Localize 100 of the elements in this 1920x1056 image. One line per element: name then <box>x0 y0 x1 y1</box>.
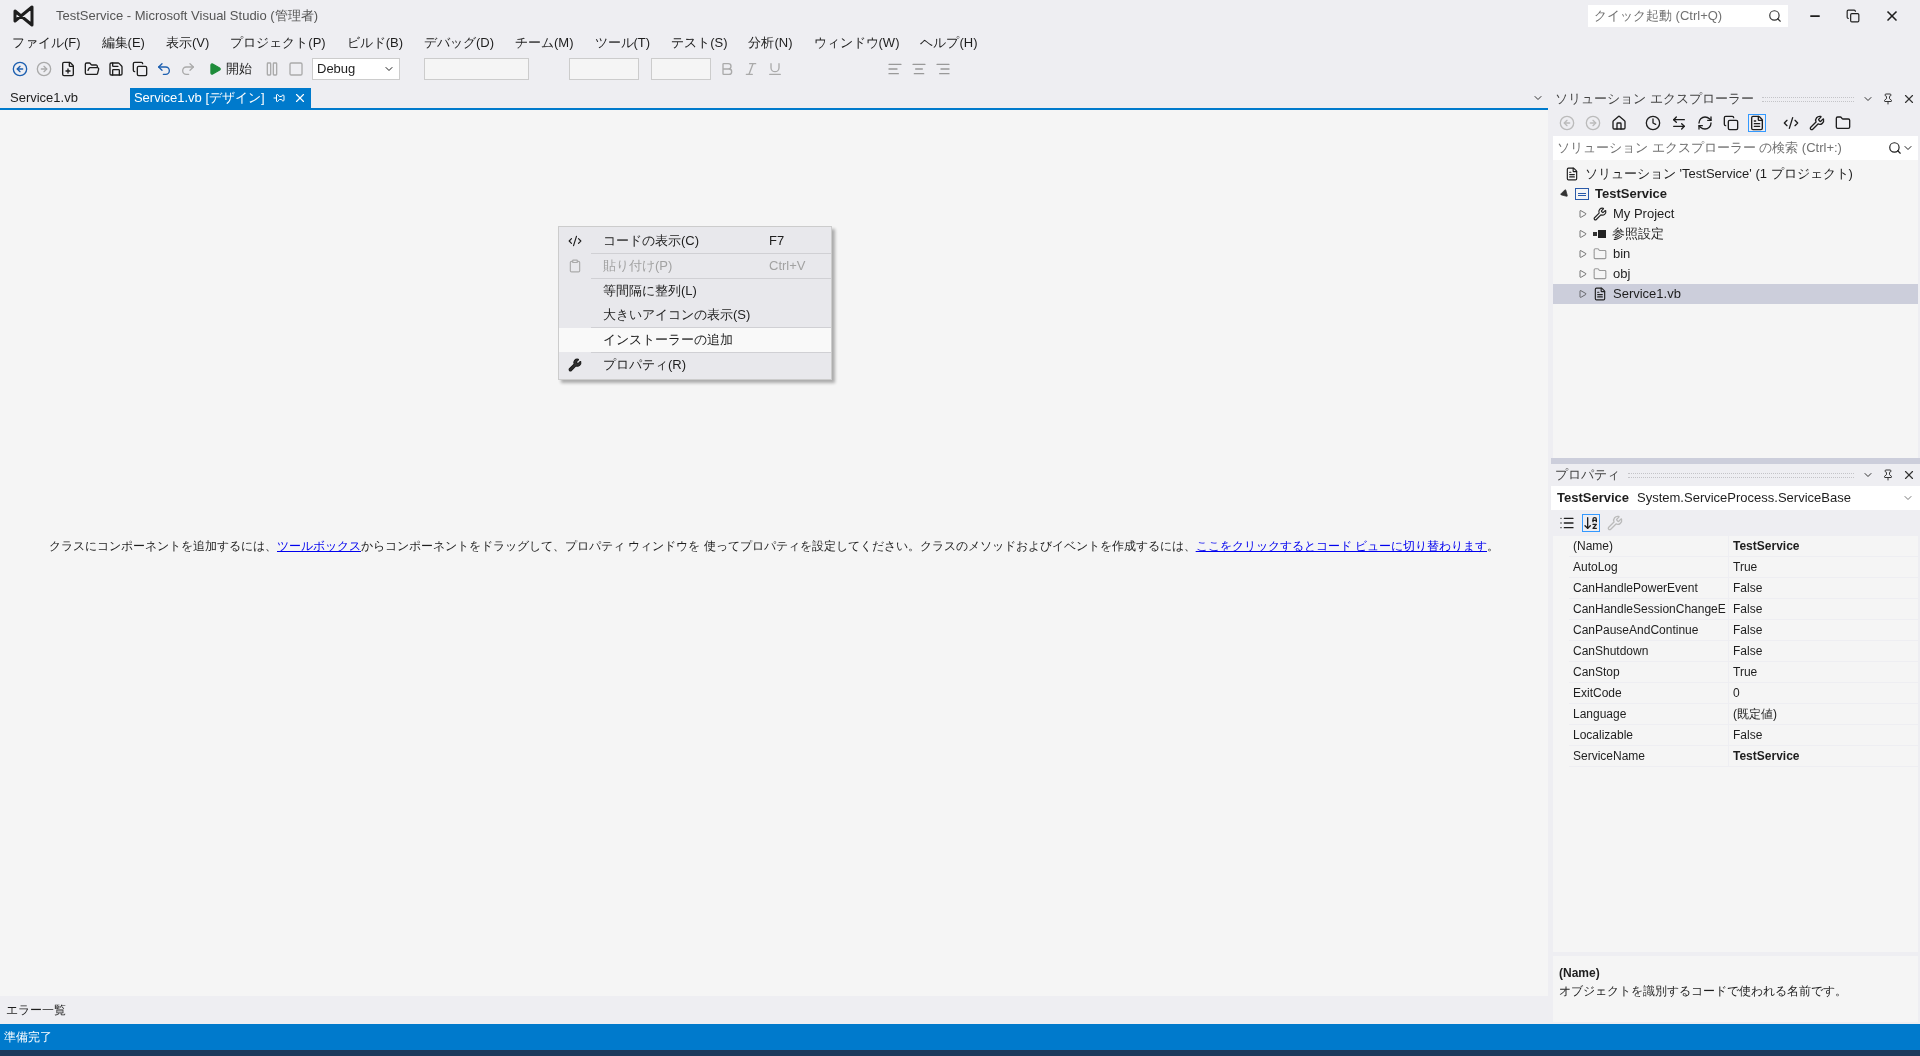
collapsed-arrow-icon[interactable] <box>1579 210 1587 218</box>
property-name: (Name) <box>1569 536 1729 556</box>
configuration-dropdown[interactable]: Debug <box>312 58 400 80</box>
categorized-icon[interactable] <box>1559 515 1575 531</box>
pin-icon[interactable] <box>1882 93 1894 105</box>
new-file-icon[interactable] <box>60 61 76 77</box>
property-value[interactable]: True <box>1729 557 1918 577</box>
references-icon <box>1593 230 1606 238</box>
menu-item[interactable]: ウィンドウ(W) <box>807 33 906 53</box>
menu-item[interactable]: デバッグ(D) <box>418 33 501 53</box>
collapsed-arrow-icon[interactable] <box>1579 250 1587 258</box>
property-value[interactable]: (既定値) <box>1729 704 1918 724</box>
property-name: CanHandleSessionChangeE <box>1569 599 1729 619</box>
collapsed-arrow-icon[interactable] <box>1579 290 1587 298</box>
restore-icon[interactable] <box>1846 9 1860 23</box>
collapse-all-icon[interactable] <box>1723 115 1739 131</box>
quick-launch-field[interactable]: クイック起動 (Ctrl+Q) <box>1588 5 1788 27</box>
wrench-icon <box>568 358 582 372</box>
tree-item[interactable]: 参照設定 <box>1553 224 1918 244</box>
menu-item[interactable]: ツール(T) <box>588 33 657 53</box>
align-left-icon[interactable] <box>887 61 903 77</box>
link[interactable]: ここをクリックするとコード ビューに切り替わります <box>1195 539 1487 553</box>
open-folder-icon[interactable] <box>84 61 100 77</box>
code-icon[interactable] <box>1783 115 1799 131</box>
sort-alphabetical-icon[interactable] <box>1583 515 1599 531</box>
panel-title: ソリューション エクスプローラー <box>1555 90 1754 109</box>
menu-item[interactable]: チーム(M) <box>509 33 580 53</box>
tree-item[interactable]: TestService <box>1553 184 1918 204</box>
collapsed-arrow-icon[interactable] <box>1579 230 1587 238</box>
home-icon[interactable] <box>1611 115 1627 131</box>
link[interactable]: ツールボックス <box>277 539 361 553</box>
show-all-files-icon[interactable] <box>1749 115 1765 131</box>
collapsed-arrow-icon[interactable] <box>1579 270 1587 278</box>
search-icon <box>1888 141 1902 155</box>
property-value[interactable]: TestService <box>1729 746 1918 766</box>
sync-icon[interactable] <box>1671 115 1687 131</box>
pin-icon[interactable] <box>1882 469 1894 481</box>
property-name: CanShutdown <box>1569 641 1729 661</box>
menu-item[interactable]: テスト(S) <box>665 33 734 53</box>
property-name: ExitCode <box>1569 683 1729 703</box>
property-name: Language <box>1569 704 1729 724</box>
property-value[interactable]: False <box>1729 725 1918 745</box>
description-text: オブジェクトを識別するコードで使われる名前です。 <box>1559 983 1848 1000</box>
designer-hint-text: クラスにコンポーネントを追加するには、ツールボックスからコンポーネントをドラッグして、プロパティ ウィンドウを 使ってプロパティを設定してください。クラスのメソッドおよびイベントを作成するには、ここをクリックするとコード ビューに切り替わります。 <box>49 538 1499 555</box>
property-value[interactable]: False <box>1729 599 1918 619</box>
menu-item[interactable]: 編集(E) <box>95 33 151 53</box>
property-value[interactable]: True <box>1729 662 1918 682</box>
property-value[interactable]: False <box>1729 578 1918 598</box>
save-icon[interactable] <box>108 61 124 77</box>
align-center-icon[interactable] <box>911 61 927 77</box>
tree-item[interactable]: ソリューション 'TestService' (1 プロジェクト) <box>1553 164 1918 184</box>
menu-item[interactable]: インストーラーの追加 <box>559 328 831 352</box>
menu-item[interactable]: プロパティ(R) <box>559 353 831 377</box>
expanded-arrow-icon[interactable] <box>1559 188 1571 200</box>
undo-icon[interactable] <box>156 61 172 77</box>
folder-icon[interactable] <box>1835 115 1851 131</box>
folder-icon <box>1593 247 1607 261</box>
menu-item[interactable]: コードの表示(C) F7 <box>559 229 831 253</box>
tree-item[interactable]: bin <box>1553 244 1918 264</box>
save-all-icon[interactable] <box>132 61 148 77</box>
tree-item[interactable]: Service1.vb <box>1553 284 1918 304</box>
start-button[interactable]: 開始 <box>204 59 256 79</box>
property-name: CanStop <box>1569 662 1729 682</box>
close-icon[interactable] <box>1902 468 1916 482</box>
search-icon <box>1768 9 1782 23</box>
object-selector[interactable]: TestService System.ServiceProcess.ServiceBase <box>1551 486 1920 510</box>
clock-icon[interactable] <box>1645 115 1661 131</box>
menu-item[interactable]: ビルド(B) <box>340 33 409 53</box>
menu-item[interactable]: 分析(N) <box>742 33 799 53</box>
close-icon[interactable] <box>1884 8 1900 24</box>
tree-item[interactable]: obj <box>1553 264 1918 284</box>
property-name: AutoLog <box>1569 557 1729 577</box>
panel-title: プロパティ <box>1555 466 1620 485</box>
menu-item[interactable]: 表示(V) <box>159 33 216 53</box>
property-value[interactable]: False <box>1729 641 1918 661</box>
search-field[interactable]: ソリューション エクスプローラー の検索 (Ctrl+:) <box>1553 136 1918 160</box>
wrench-icon[interactable] <box>1809 115 1825 131</box>
property-value[interactable]: TestService <box>1729 536 1918 556</box>
back-icon[interactable] <box>12 61 28 77</box>
menu-item[interactable]: ヘルプ(H) <box>914 33 984 53</box>
menu-item[interactable]: 等間隔に整列(L) <box>559 279 831 303</box>
solution-icon <box>1565 167 1579 181</box>
tree-item[interactable]: My Project <box>1553 204 1918 224</box>
tool-window-tab[interactable]: エラー一覧 <box>6 1001 66 1019</box>
menu-item[interactable]: 大きいアイコンの表示(S) <box>559 303 831 327</box>
document-tab[interactable]: Service1.vb <box>6 88 82 108</box>
refresh-icon[interactable] <box>1697 115 1713 131</box>
property-name: CanHandlePowerEvent <box>1569 578 1729 598</box>
menu-item[interactable]: ファイル(F) <box>6 33 87 53</box>
folder-icon <box>1593 267 1607 281</box>
align-right-icon[interactable] <box>935 61 951 77</box>
property-value[interactable]: False <box>1729 620 1918 640</box>
property-name: CanPauseAndContinue <box>1569 620 1729 640</box>
property-name: ServiceName <box>1569 746 1729 766</box>
description-title: (Name) <box>1559 965 1601 982</box>
property-value[interactable]: 0 <box>1729 683 1918 703</box>
wrench-icon <box>1593 207 1607 221</box>
close-icon[interactable] <box>1902 92 1916 106</box>
play-icon <box>208 62 222 76</box>
menu-item[interactable]: プロジェクト(P) <box>224 33 332 53</box>
